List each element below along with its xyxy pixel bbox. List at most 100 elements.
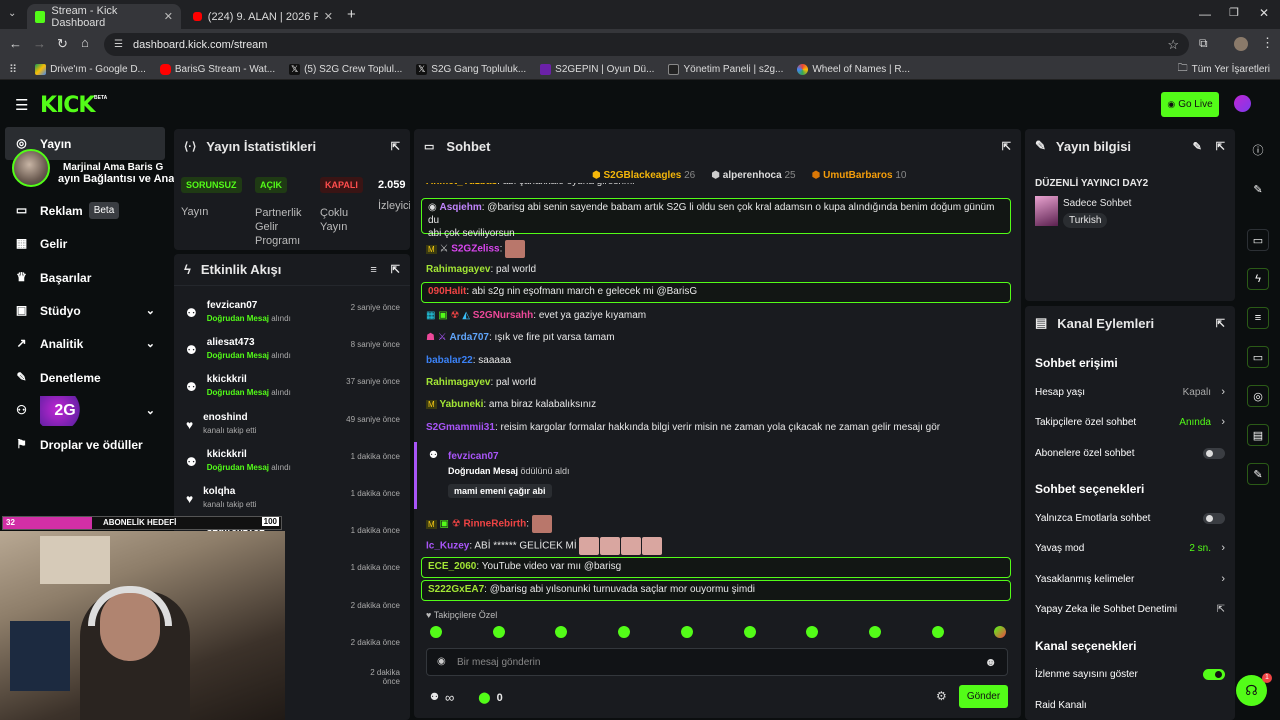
restore-icon[interactable]: ❐ bbox=[1229, 6, 1239, 19]
hamburger-menu-icon[interactable]: ☰ bbox=[15, 96, 28, 114]
option-slow-mode[interactable]: Yavaş mod 2 sn. › bbox=[1035, 540, 1225, 556]
chat-message[interactable]: M ▣ ☢ RinneRebirth: bbox=[426, 515, 552, 533]
chat-message[interactable]: S2Gmammii31: reisim kargolar formalar ha… bbox=[426, 421, 940, 434]
all-bookmarks[interactable]: 🗀 Tüm Yer İşaretleri bbox=[1178, 61, 1270, 78]
toggle[interactable] bbox=[1203, 668, 1225, 680]
chat-message[interactable]: Rahimagayev: pal world bbox=[426, 263, 536, 276]
emote-quick-4[interactable] bbox=[618, 626, 631, 638]
option-subscribers-only[interactable]: Abonelere özel sohbet bbox=[1035, 445, 1225, 461]
new-tab-icon[interactable]: + bbox=[347, 6, 356, 23]
category-name[interactable]: Sadece Sohbet bbox=[1063, 198, 1131, 209]
emote-quick-1[interactable] bbox=[430, 626, 442, 638]
forward-icon[interactable]: → bbox=[33, 36, 46, 51]
option-account-age[interactable]: Hesap yaşı Kapalı › bbox=[1035, 384, 1225, 400]
chat-message[interactable]: babalar22: saaaaa bbox=[426, 354, 511, 367]
reload-icon[interactable]: ↻ bbox=[57, 36, 68, 52]
option-ai-moderation[interactable]: Yapay Zeka ile Sohbet Denetimi ⇱ bbox=[1035, 601, 1225, 617]
tab-search-icon[interactable]: ⌄ bbox=[8, 8, 16, 19]
user-avatar[interactable] bbox=[1234, 95, 1251, 112]
chat-message-highlighted[interactable]: S222GxEA7: @barisg abi yılsonunki turnuv… bbox=[421, 580, 1011, 601]
popout-icon[interactable]: ⇱ bbox=[391, 263, 400, 276]
share-icon[interactable]: ⚉ bbox=[430, 692, 439, 703]
language-tag[interactable]: Turkish bbox=[1063, 213, 1108, 228]
option-show-viewcount[interactable]: İzlenme sayısını göster bbox=[1035, 666, 1225, 682]
popout-icon[interactable]: ⇱ bbox=[1216, 317, 1225, 330]
emote-picker-icon[interactable]: ◉ bbox=[437, 656, 446, 667]
list-icon[interactable]: ≡ bbox=[1247, 307, 1269, 329]
bookmark-barisg[interactable]: BarisG Stream - Wat... bbox=[159, 64, 275, 75]
chat-message[interactable]: ▦ ▣ ☢ ◭ S2GNursahh: evet ya gaziye kıyam… bbox=[426, 309, 646, 322]
chat-icon[interactable]: ▭ bbox=[1247, 346, 1269, 368]
chat-message-highlighted[interactable]: ECE_2060: YouTube video var mıı @barisg bbox=[421, 557, 1011, 578]
option-followers-only[interactable]: Takipçilere özel sohbet Anında › bbox=[1035, 414, 1225, 430]
chat-message[interactable]: Ic_Kuzey: ABİ ****** GELİCEK Mİ bbox=[426, 537, 663, 555]
popout-icon[interactable]: ⇱ bbox=[1002, 140, 1011, 153]
emote-quick-9[interactable] bbox=[931, 626, 944, 638]
back-icon[interactable]: ← bbox=[9, 36, 22, 51]
address-bar[interactable]: ☰ dashboard.kick.com/stream ☆ bbox=[104, 33, 1189, 56]
close-window-icon[interactable]: ✕ bbox=[1259, 6, 1269, 20]
chat-message-highlighted[interactable]: ◉ Asqiehm: @barisg abi senin sayende bab… bbox=[421, 198, 1011, 239]
chat-message[interactable]: M ⚔ S2GZeliss: bbox=[426, 240, 526, 258]
chat-input[interactable]: ◉ Bir mesaj gönderin ☻ bbox=[426, 648, 1008, 676]
toggle[interactable] bbox=[1203, 512, 1225, 524]
bookmark-yonetim[interactable]: Yönetim Paneli | s2g... bbox=[668, 64, 783, 75]
bookmark-s2gepin[interactable]: S2GEPIN | Oyun Dü... bbox=[540, 64, 654, 75]
edit-icon[interactable]: ✎ bbox=[1193, 140, 1202, 153]
poll-icon[interactable]: ▤ bbox=[1247, 424, 1269, 446]
option-raid-channel[interactable]: Raid Kanalı bbox=[1035, 697, 1225, 713]
bookmark-s2g-gang[interactable]: 𝕏 S2G Gang Topluluk... bbox=[416, 64, 526, 75]
popout-icon[interactable]: ⇱ bbox=[1216, 140, 1225, 153]
toggle[interactable] bbox=[1203, 447, 1225, 459]
gifter-2[interactable]: ⬢ alperenhoca 25 bbox=[711, 170, 795, 181]
bookmark-star-icon[interactable]: ☆ bbox=[1167, 37, 1179, 53]
home-icon[interactable]: ⌂ bbox=[81, 35, 89, 50]
sidebar-item-basarilar[interactable]: ♛ Başarılar bbox=[0, 261, 91, 294]
sidebar-item-users[interactable]: ⚇ 2G ⌄ bbox=[0, 394, 165, 427]
wrench-icon[interactable]: ✎ bbox=[1247, 463, 1269, 485]
option-emote-only[interactable]: Yalnızca Emotlarla sohbet bbox=[1035, 510, 1225, 526]
go-live-button[interactable]: ◉ Go Live bbox=[1161, 92, 1219, 117]
sidebar-item-reklam[interactable]: ▭ Reklam Beta bbox=[0, 194, 120, 227]
tab-close-icon[interactable]: ✕ bbox=[164, 10, 173, 23]
tab-kick-dashboard[interactable]: Stream - Kick Dashboard ✕ bbox=[27, 4, 181, 29]
emote-quick-2[interactable] bbox=[492, 626, 505, 638]
event-item[interactable]: ♥ kolqha kanalı takip etti 1 dakika önce bbox=[174, 480, 410, 517]
event-item[interactable]: ⚉ kkickkril Doğrudan Mesaj alındı 37 saniye… bbox=[174, 368, 410, 405]
sidebar-item-gelir[interactable]: ▦ Gelir bbox=[0, 227, 68, 260]
option-banned-words[interactable]: Yasaklanmış kelimeler › bbox=[1035, 571, 1225, 587]
sidebar-item-studyo[interactable]: ▣ Stüdyo ⌄ bbox=[0, 294, 165, 327]
sidebar-item-analitik[interactable]: ↗ Analitik ⌄ bbox=[0, 327, 165, 360]
event-item[interactable]: ⚉ fevzican07 Doğrudan Mesaj alındı 2 saniye… bbox=[174, 294, 410, 331]
bookmark-wheel[interactable]: Wheel of Names | R... bbox=[797, 64, 910, 75]
video-icon[interactable]: ▭ bbox=[1247, 229, 1269, 251]
tab-close-icon[interactable]: ✕ bbox=[324, 10, 333, 23]
sidebar-item-denetleme[interactable]: ✎ Denetleme bbox=[0, 361, 100, 394]
menu-icon[interactable]: ⋮ bbox=[1261, 35, 1274, 51]
chat-settings-icon[interactable]: ⚙ bbox=[936, 689, 947, 703]
smiley-icon[interactable]: ☻ bbox=[984, 655, 997, 669]
site-info-icon[interactable]: ☰ bbox=[114, 39, 123, 50]
event-item[interactable]: ♥ enoshind kanalı takip etti 49 saniye önce bbox=[174, 406, 410, 443]
emote-quick-5[interactable] bbox=[680, 626, 693, 638]
edit-icon[interactable]: ✎ bbox=[1247, 178, 1269, 200]
info-icon[interactable]: ⓘ bbox=[1247, 139, 1269, 161]
popout-icon[interactable]: ⇱ bbox=[391, 140, 400, 153]
emote-quick-6[interactable] bbox=[743, 626, 756, 638]
minimize-icon[interactable]: — bbox=[1199, 7, 1211, 21]
chat-message-highlighted[interactable]: 090Halit: abi s2g nin eşofmanı march e g… bbox=[421, 282, 1011, 303]
sidebar-item-droplar[interactable]: ⚑ Droplar ve ödüller bbox=[0, 428, 143, 461]
bookmark-s2g-crew[interactable]: 𝕏 (5) S2G Crew Toplul... bbox=[289, 64, 402, 75]
filter-icon[interactable]: ≡ bbox=[370, 264, 376, 276]
gifter-1[interactable]: ⬢ S2GBlackeagles 26 bbox=[592, 170, 695, 181]
chat-message[interactable]: Rahimagayev: pal world bbox=[426, 376, 536, 389]
chat-message[interactable]: M Yabuneki: ama biraz kalabalıksınız bbox=[426, 398, 596, 411]
broadcast-icon[interactable]: ◎ bbox=[1247, 385, 1269, 407]
apps-icon[interactable]: ⠿ bbox=[9, 63, 17, 76]
profile-avatar[interactable] bbox=[1234, 37, 1248, 51]
event-item[interactable]: ⚉ aliesat473 Doğrudan Mesaj alındı 8 saniye… bbox=[174, 331, 410, 368]
chat-message[interactable]: ☗ ⚔ Arda707: ışık ve fire pıt varsa tama… bbox=[426, 331, 615, 344]
emote-quick-8[interactable] bbox=[868, 626, 881, 638]
event-item[interactable]: ⚉ kkickkril Doğrudan Mesaj alındı 1 dakika … bbox=[174, 443, 410, 480]
bookmark-drive[interactable]: Drive'ım - Google D... bbox=[35, 64, 146, 75]
